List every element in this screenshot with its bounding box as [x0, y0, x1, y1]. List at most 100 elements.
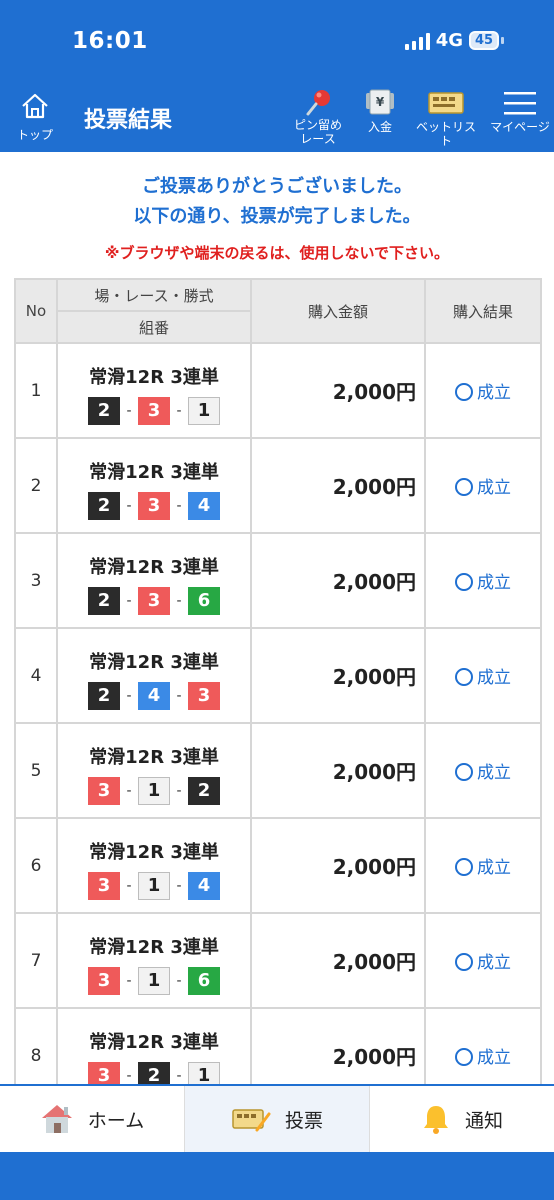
tab-home[interactable]: ホーム [0, 1086, 185, 1152]
status-indicators: 4G 45 [404, 30, 504, 51]
header-combo: 組番 [56, 310, 252, 344]
deposit-button[interactable]: ¥ 入金 [358, 88, 402, 134]
purchase-amount: 2,000円 [250, 912, 426, 1009]
completion-message: 以下の通り、投票が完了しました。 [133, 206, 421, 227]
header-amount: 購入金額 [250, 278, 426, 344]
boat-number-badge: 1 [138, 966, 170, 995]
main-content: ご投票ありがとうございました。 以下の通り、投票が完了しました。 ※ブラウザや端… [0, 152, 554, 1084]
race-cell: 常滑12R 3連単 3-1-2 [56, 722, 252, 819]
header-no: No [14, 278, 58, 344]
top-button[interactable]: トップ [12, 92, 58, 143]
race-cell: 常滑12R 3連単 3-2-1 [56, 1007, 252, 1084]
pinned-label-1: ピン留め [293, 118, 342, 132]
boat-number-badge: 2 [188, 776, 220, 805]
boat-number-badge: 1 [138, 776, 170, 805]
result-label: 成立 [477, 1048, 511, 1068]
betlist-label: ベットリスト [415, 120, 476, 148]
combo-separator: - [176, 687, 182, 704]
row-number: 4 [14, 627, 58, 724]
purchase-amount: 2,000円 [250, 437, 426, 534]
row-number: 3 [14, 532, 58, 629]
combo-separator: - [176, 402, 182, 419]
purchase-result: 成立 [424, 627, 542, 724]
tab-vote[interactable]: 投票 [185, 1086, 370, 1152]
result-label: 成立 [477, 573, 511, 593]
row-number: 1 [14, 342, 58, 439]
result-label: 成立 [477, 668, 511, 688]
circle-icon [455, 1048, 473, 1066]
combo-separator: - [126, 402, 132, 419]
race-label: 常滑12R 3連単 [89, 556, 219, 578]
app-header: トップ 投票結果 ピン留め レース ¥ 入金 ベットリスト マイページ [0, 80, 554, 152]
ticket-list-icon [428, 92, 464, 114]
race-label: 常滑12R 3連単 [89, 841, 219, 863]
combo-numbers: 3-2-1 [58, 1061, 250, 1084]
boat-number-badge: 3 [88, 1061, 120, 1084]
svg-text:¥: ¥ [376, 95, 385, 109]
combo-separator: - [176, 592, 182, 609]
house-icon [41, 1105, 72, 1133]
pinned-races-button[interactable]: ピン留め レース [288, 88, 348, 146]
race-label: 常滑12R 3連単 [89, 366, 219, 388]
combo-separator: - [176, 497, 182, 514]
battery-level: 45 [469, 31, 499, 50]
combo-separator: - [126, 877, 132, 894]
pushpin-icon [306, 90, 330, 116]
table-row: 8 常滑12R 3連単 3-2-1 2,000円 成立 [14, 1007, 542, 1084]
results-table: No 場・レース・勝式 購入金額 購入結果 組番 1 常滑12R 3連単 2-3-1… [14, 278, 542, 1084]
signal-icon [404, 32, 430, 50]
thanks-message: ご投票ありがとうございました。 [142, 176, 412, 197]
boat-number-badge: 6 [188, 966, 220, 995]
race-cell: 常滑12R 3連単 3-1-4 [56, 817, 252, 914]
boat-number-badge: 1 [138, 871, 170, 900]
table-row: 6 常滑12R 3連単 3-1-4 2,000円 成立 [14, 817, 542, 914]
purchase-result: 成立 [424, 437, 542, 534]
combo-separator: - [126, 497, 132, 514]
page-title: 投票結果 [84, 108, 173, 133]
mypage-button[interactable]: マイページ [488, 88, 552, 134]
deposit-label: 入金 [367, 120, 392, 134]
result-label: 成立 [477, 763, 511, 783]
row-number: 7 [14, 912, 58, 1009]
battery-icon: 45 [469, 31, 504, 50]
boat-number-badge: 2 [138, 1061, 170, 1084]
table-row: 2 常滑12R 3連単 2-3-4 2,000円 成立 [14, 437, 542, 534]
boat-number-badge: 4 [188, 871, 220, 900]
race-label: 常滑12R 3連単 [89, 936, 219, 958]
purchase-amount: 2,000円 [250, 1007, 426, 1084]
race-cell: 常滑12R 3連単 2-3-4 [56, 437, 252, 534]
boat-number-badge: 2 [88, 491, 120, 520]
race-label: 常滑12R 3連単 [89, 1031, 219, 1053]
boat-number-badge: 3 [138, 491, 170, 520]
combo-numbers: 3-1-6 [58, 966, 250, 995]
boat-number-badge: 2 [88, 396, 120, 425]
status-bar: 16:01 4G 45 [0, 0, 554, 80]
boat-number-badge: 1 [188, 396, 220, 425]
back-warning: ※ブラウザや端末の戻るは、使用しないで下さい。 [104, 244, 450, 262]
purchase-amount: 2,000円 [250, 627, 426, 724]
purchase-amount: 2,000円 [250, 817, 426, 914]
purchase-result: 成立 [424, 817, 542, 914]
table-row: 1 常滑12R 3連単 2-3-1 2,000円 成立 [14, 342, 542, 439]
combo-separator: - [126, 687, 132, 704]
mypage-label: マイページ [490, 120, 550, 134]
bell-icon [423, 1106, 448, 1134]
table-row: 4 常滑12R 3連単 2-4-3 2,000円 成立 [14, 627, 542, 724]
result-label: 成立 [477, 858, 511, 878]
table-row: 3 常滑12R 3連単 2-3-6 2,000円 成立 [14, 532, 542, 629]
purchase-result: 成立 [424, 1007, 542, 1084]
result-label: 成立 [477, 953, 511, 973]
betlist-button[interactable]: ベットリスト [412, 88, 480, 148]
tab-notify[interactable]: 通知 [370, 1086, 554, 1152]
purchase-result: 成立 [424, 532, 542, 629]
combo-numbers: 2-3-4 [58, 491, 250, 520]
tab-vote-label: 投票 [284, 1109, 323, 1132]
combo-separator: - [126, 782, 132, 799]
boat-number-badge: 3 [88, 776, 120, 805]
combo-numbers: 3-1-4 [58, 871, 250, 900]
results-body: 1 常滑12R 3連単 2-3-1 2,000円 成立 2 常滑12R 3連単 2-3-4 2,… [14, 342, 542, 1084]
tab-notify-label: 通知 [464, 1109, 503, 1132]
network-type: 4G [435, 30, 463, 51]
combo-numbers: 2-4-3 [58, 681, 250, 710]
circle-icon [455, 383, 473, 401]
